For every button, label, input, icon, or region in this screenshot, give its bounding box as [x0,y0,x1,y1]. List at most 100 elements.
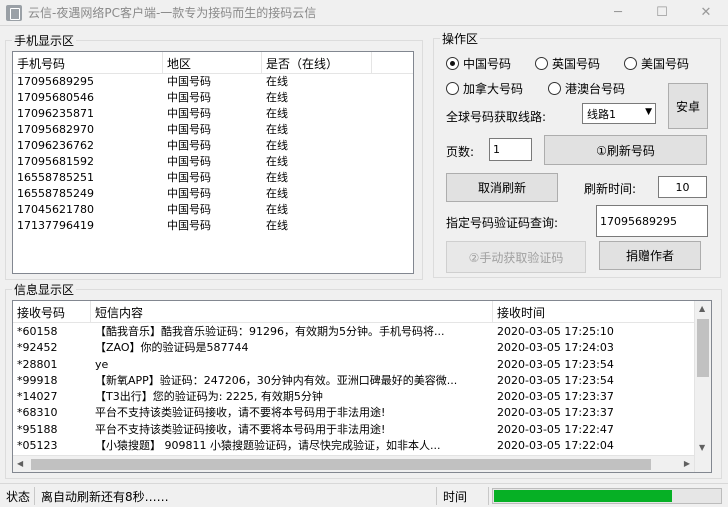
phone-row[interactable]: 17095682970 中国号码 在线 [13,122,413,138]
android-button[interactable]: 安卓 [668,83,708,129]
route-select[interactable]: 线路1 ▼ [582,103,656,124]
receiver-cell: *68310 [17,406,58,420]
radio-dot-china [446,57,459,70]
message-row[interactable]: *05123 【小猿搜题】 909811 小猿搜题验证码，请尽快完成验证，如非本人… [13,438,711,454]
refresh-time-label: 刷新时间: [584,182,637,196]
region-cell: 中国号码 [167,91,211,104]
phone-number-cell: 16558785251 [17,171,94,184]
page-label: 页数: [446,145,475,159]
radio-label-canada: 加拿大号码 [463,82,524,96]
phone-row[interactable]: 17096235871 中国号码 在线 [13,106,413,122]
online-status-cell: 在线 [266,203,288,216]
scroll-right-icon[interactable]: ▶ [684,459,690,468]
online-status-cell: 在线 [266,155,288,168]
region-cell: 中国号码 [167,139,211,152]
online-status-cell: 在线 [266,75,288,88]
region-cell: 中国号码 [167,203,211,216]
message-row[interactable]: *60158 【酷我音乐】酷我音乐验证码：91296，有效期为5分钟。手机号码将.… [13,324,711,340]
chevron-down-icon: ▼ [645,107,652,117]
cancel-refresh-button[interactable]: 取消刷新 [446,173,558,202]
phone-number-cell: 17095689295 [17,75,94,88]
phone-row[interactable]: 17095681592 中国号码 在线 [13,154,413,170]
sms-content-cell: 【新氧APP】验证码：247206，30分钟内有效。亚洲口碑最好的美容微... [95,373,458,387]
status-label: 状态 [6,489,31,504]
phone-row[interactable]: 16558785251 中国号码 在线 [13,170,413,186]
receiver-cell: *92452 [17,341,58,355]
status-text: 离自动刷新还有8秒…… [41,489,169,504]
radio-label-hk-mo-tw: 港澳台号码 [565,82,626,96]
phone-row[interactable]: 17137796419 中国号码 在线 [13,218,413,234]
phone-row[interactable]: 16558785249 中国号码 在线 [13,186,413,202]
radio-china[interactable]: 中国号码 [446,55,511,72]
minimize-button[interactable]: ─ [596,0,640,26]
message-row[interactable]: *92452 【ZAO】你的验证码是587744 2020-03-05 17:24:… [13,340,711,356]
operation-title: 操作区 [440,30,481,47]
radio-label-china: 中国号码 [463,57,512,71]
radio-usa[interactable]: 美国号码 [624,55,689,72]
app-icon [6,4,22,21]
phone-number-cell: 17045621780 [17,203,94,216]
scroll-up-icon[interactable]: ▲ [699,304,705,313]
region-cell: 中国号码 [167,107,211,120]
column-header-region[interactable]: 地区 [163,52,262,73]
message-display-title: 信息显示区 [12,281,77,298]
phone-row[interactable]: 17095680546 中国号码 在线 [13,90,413,106]
scroll-left-icon[interactable]: ◀ [17,459,23,468]
phone-number-cell: 17137796419 [17,219,94,232]
phone-list[interactable]: 手机号码 地区 是否（在线） 17095689295 中国号码 在线 17095680… [12,51,414,274]
region-cell: 中国号码 [167,219,211,232]
phone-number-cell: 17096236762 [17,139,94,152]
receive-time-cell: 2020-03-05 17:22:47 [497,422,614,436]
message-row[interactable]: *14027 【T3出行】您的验证码为: 2225, 有效期5分钟 2020-03-… [13,389,711,405]
message-row[interactable]: *28801 ye 2020-03-05 17:23:54 [13,357,711,373]
query-phone-input[interactable]: 17095689295 [596,205,708,237]
scroll-down-icon[interactable]: ▼ [699,443,705,452]
radio-canada[interactable]: 加拿大号码 [446,80,523,97]
query-label: 指定号码验证码查询: [446,216,559,230]
close-button[interactable]: ✕ [684,0,728,26]
radio-hk-mo-tw[interactable]: 港澳台号码 [548,80,625,97]
column-header-time[interactable]: 接收时间 [493,301,695,322]
receive-time-cell: 2020-03-05 17:23:54 [497,373,614,387]
column-header-phone[interactable]: 手机号码 [13,52,163,73]
horizontal-scrollbar[interactable]: ◀ ▶ [13,455,694,472]
refresh-numbers-button[interactable]: ①刷新号码 [544,135,707,165]
column-header-online[interactable]: 是否（在线） [262,52,372,73]
phone-row[interactable]: 17095689295 中国号码 在线 [13,74,413,90]
message-row[interactable]: *68310 平台不支持该类验证码接收，请不要将本号码用于非法用途! 2020-03… [13,405,711,421]
message-list[interactable]: 接收号码 短信内容 接收时间 *60158 【酷我音乐】酷我音乐验证码：91296… [12,300,712,473]
page-input[interactable]: 1 [489,138,532,161]
sms-content-cell: 平台不支持该类验证码接收，请不要将本号码用于非法用途! [95,422,386,436]
horizontal-scroll-thumb[interactable] [31,459,651,470]
radio-dot-canada [446,82,459,95]
online-status-cell: 在线 [266,107,288,120]
region-cell: 中国号码 [167,171,211,184]
online-status-cell: 在线 [266,187,288,200]
online-status-cell: 在线 [266,123,288,136]
message-row[interactable]: *95188 平台不支持该类验证码接收，请不要将本号码用于非法用途! 2020-03… [13,422,711,438]
maximize-button[interactable]: ☐ [640,0,684,26]
refresh-time-input[interactable]: 10 [658,176,707,198]
radio-dot-usa [624,57,637,70]
time-label: 时间 [443,489,468,504]
status-bar: 状态 离自动刷新还有8秒…… 时间 [0,483,728,507]
vertical-scrollbar[interactable]: ▲ ▼ [694,301,711,472]
app-window: 云信-夜遇网络PC客户端-一款专为接码而生的接码云信 ─ ☐ ✕ 手机显示区 手… [0,0,728,507]
vertical-scroll-thumb[interactable] [697,319,709,377]
phone-row[interactable]: 17096236762 中国号码 在线 [13,138,413,154]
receiver-cell: *14027 [17,390,58,404]
phone-number-cell: 16558785249 [17,187,94,200]
receive-time-cell: 2020-03-05 17:24:03 [497,341,614,355]
donate-button[interactable]: 捐赠作者 [599,241,701,270]
sms-content-cell: 【小猿搜题】 909811 小猿搜题验证码，请尽快完成验证，如非本人... [95,439,441,453]
manual-fetch-code-button[interactable]: ②手动获取验证码 [446,241,586,273]
phone-list-header: 手机号码 地区 是否（在线） [13,52,413,74]
column-header-receiver[interactable]: 接收号码 [13,301,91,322]
message-row[interactable]: *99918 【新氧APP】验证码：247206，30分钟内有效。亚洲口碑最好的美… [13,373,711,389]
radio-uk[interactable]: 英国号码 [535,55,600,72]
sms-content-cell: 【T3出行】您的验证码为: 2225, 有效期5分钟 [95,390,323,404]
online-status-cell: 在线 [266,171,288,184]
column-header-content[interactable]: 短信内容 [91,301,493,322]
phone-row[interactable]: 17045621780 中国号码 在线 [13,202,413,218]
title-bar[interactable]: 云信-夜遇网络PC客户端-一款专为接码而生的接码云信 ─ ☐ ✕ [0,0,728,26]
